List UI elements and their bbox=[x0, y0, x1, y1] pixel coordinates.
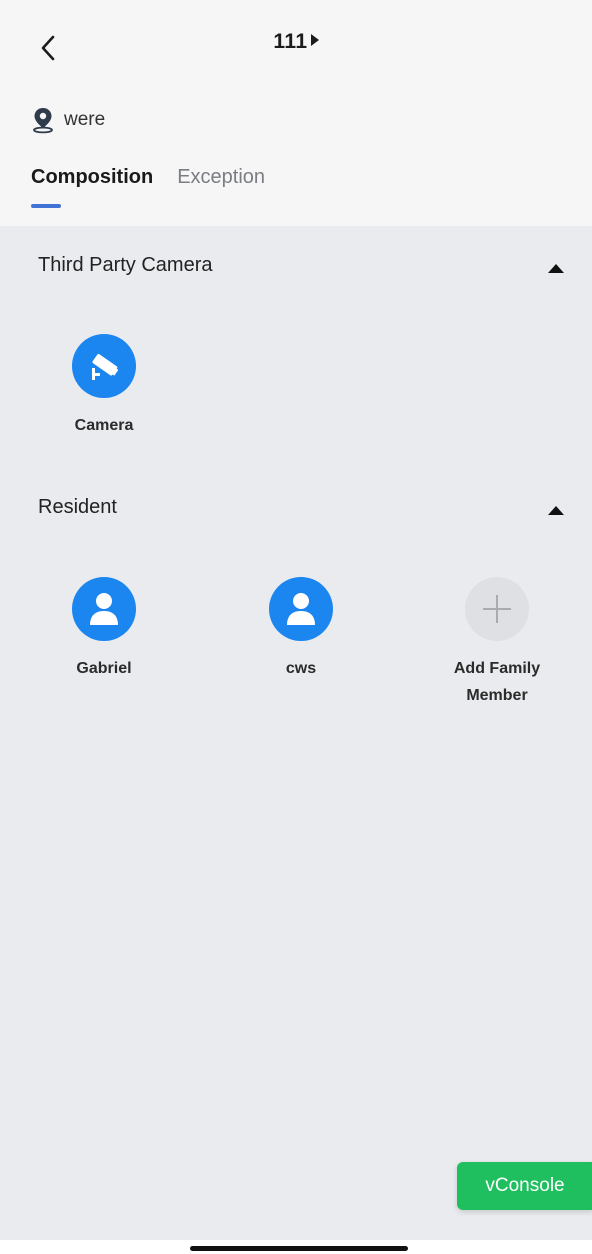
vconsole-button[interactable]: vConsole bbox=[457, 1162, 592, 1210]
tab-exception-label: Exception bbox=[177, 166, 266, 188]
camera-tile[interactable]: Camera bbox=[39, 334, 169, 439]
resident-tile-cws[interactable]: cws bbox=[236, 577, 366, 682]
resident-avatar bbox=[269, 577, 333, 641]
section-header-camera[interactable]: Third Party Camera bbox=[0, 246, 592, 286]
resident-tile-gabriel[interactable]: Gabriel bbox=[39, 577, 169, 682]
location-text: were bbox=[64, 109, 106, 130]
section-title-resident: Resident bbox=[38, 496, 117, 518]
section-header-resident[interactable]: Resident bbox=[0, 488, 592, 528]
tab-composition[interactable]: Composition bbox=[31, 166, 154, 208]
active-tab-indicator bbox=[31, 204, 61, 208]
add-family-member-label: Add Family Member bbox=[453, 660, 541, 704]
page-title-text: 111 bbox=[273, 30, 308, 53]
person-icon bbox=[90, 593, 118, 625]
resident-label: Gabriel bbox=[76, 660, 132, 677]
add-member-avatar bbox=[465, 577, 529, 641]
tab-exception[interactable]: Exception bbox=[177, 166, 265, 201]
home-bar-area bbox=[0, 1240, 592, 1254]
cctv-camera-icon bbox=[92, 353, 119, 380]
add-family-member-tile[interactable]: Add Family Member bbox=[432, 577, 562, 709]
tab-composition-label: Composition bbox=[31, 166, 154, 188]
resident-label: cws bbox=[285, 660, 317, 677]
caret-right-icon bbox=[310, 34, 319, 46]
plus-icon bbox=[483, 595, 511, 623]
resident-avatar bbox=[72, 577, 136, 641]
home-indicator[interactable] bbox=[190, 1246, 408, 1251]
camera-label: Camera bbox=[74, 417, 134, 434]
section-title-camera: Third Party Camera bbox=[38, 254, 213, 276]
person-icon bbox=[287, 593, 315, 625]
caret-up-icon[interactable] bbox=[548, 506, 564, 515]
header: 111 were Composition Exception bbox=[0, 0, 592, 226]
caret-up-icon[interactable] bbox=[548, 264, 564, 273]
location-pin-icon bbox=[33, 108, 53, 134]
camera-avatar bbox=[72, 334, 136, 398]
tab-bar: Composition Exception bbox=[31, 166, 265, 208]
location-row: were bbox=[30, 106, 105, 134]
page-title[interactable]: 111 bbox=[0, 30, 592, 54]
